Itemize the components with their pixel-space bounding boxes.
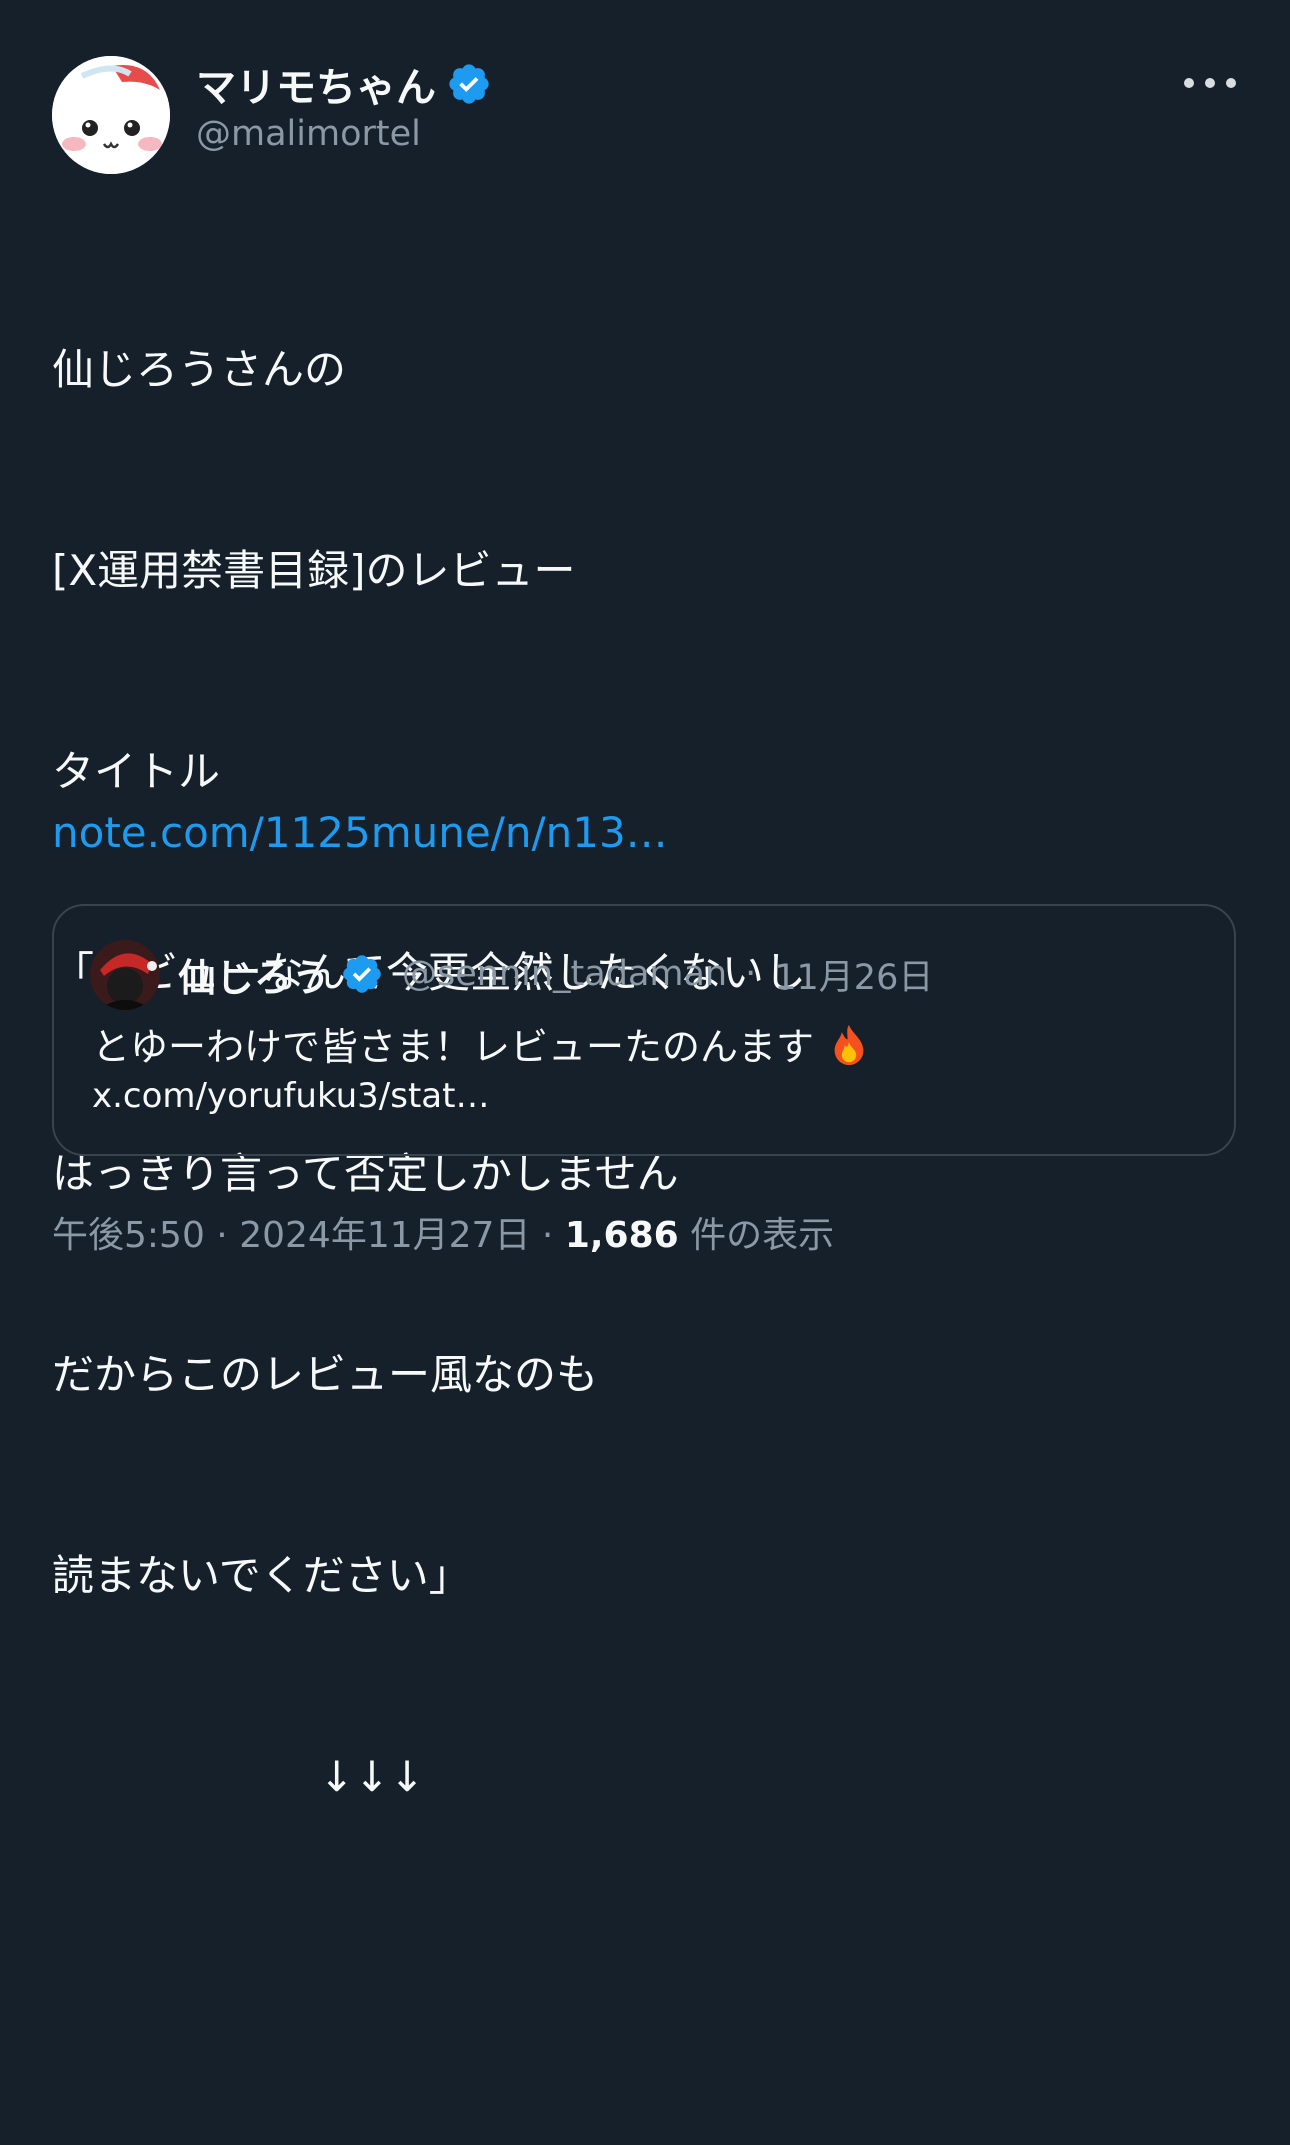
footer-separator: · [216,1215,228,1256]
tweet-body: 仙じろうさんの [X運用禁書目録]のレビュー タイトル 「レビューなんて今更全然… [52,202,1232,2145]
quoted-handle[interactable]: @sennin_tadaman [402,954,727,994]
views-count: 1,686 [564,1215,679,1256]
quoted-author-avatar[interactable] [90,940,160,1010]
tweet: マリモちゃん @malimortel 仙じろうさんの [X運用禁書目録]のレビュ… [0,0,1290,1801]
author-avatar[interactable] [52,56,170,174]
tweet-body-line [52,1944,1232,2011]
more-dot [1205,78,1215,88]
author-display-name[interactable]: マリモちゃん [196,56,492,112]
tweet-body-line: 仙じろうさんの [52,345,347,394]
quoted-header: 仙じろう @sennin_tadaman · 11月26日 [178,946,933,1002]
tweet-body-line: ↓↓↓ [52,1752,425,1801]
quoted-text-content: とゆーわけで皆さま！レビューたのんます [92,1025,815,1069]
more-dot [1184,78,1194,88]
verified-badge-icon[interactable] [340,952,384,996]
quoted-separator: · [745,954,757,994]
footer-separator: · [541,1215,554,1256]
fire-icon [834,1024,864,1066]
quoted-display-name[interactable]: 仙じろう [178,947,330,1002]
avatar-cartoon-face-icon [52,56,170,174]
quoted-avatar-icon [90,940,160,1010]
tweet-link[interactable]: note.com/1125mune/n/n13… [52,808,668,857]
more-options-icon[interactable] [1184,66,1236,100]
tweet-footer: 午後5:50 · 2024年11月27日 · 1,686 件の表示 [52,1206,834,1258]
quoted-link[interactable]: x.com/yorufuku3/stat… [92,1076,489,1116]
verified-badge-icon[interactable] [446,61,492,107]
quoted-text: とゆーわけで皆さま！レビューたのんます [92,1016,872,1071]
quoted-tweet-card[interactable]: 仙じろう @sennin_tadaman · 11月26日 とゆーわけで皆さま！… [52,904,1236,1156]
tweet-body-line: [X運用禁書目録]のレビュー [52,546,576,595]
tweet-date[interactable]: 2024年11月27日 [239,1215,530,1256]
author-handle[interactable]: @malimortel [196,114,421,154]
tweet-body-line: タイトル [52,747,221,796]
views-label: 件の表示 [690,1215,835,1256]
author-name-text[interactable]: マリモちゃん [196,55,436,113]
more-dot [1226,78,1236,88]
tweet-time[interactable]: 午後5:50 [52,1215,205,1256]
tweet-body-line: だからこのレビュー風なのも [52,1350,599,1399]
quoted-date[interactable]: 11月26日 [774,949,933,1000]
tweet-body-line: 読まないでください」 [52,1551,471,1600]
